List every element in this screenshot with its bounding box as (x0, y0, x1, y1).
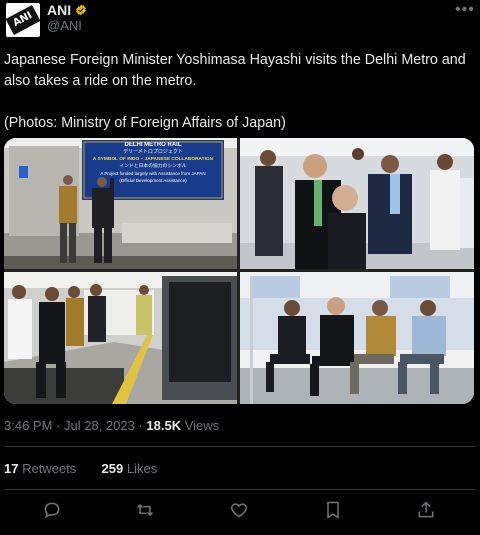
banner-line: インドと日本の協力のシンボル (119, 164, 187, 169)
author-handle[interactable]: @ANI (47, 18, 82, 33)
author-name[interactable]: ANI (47, 2, 71, 18)
likes-stat[interactable]: 259 Likes (102, 461, 158, 476)
views-count: 18.5K (146, 418, 182, 433)
photo-station-banner[interactable]: DELHI METRO RAIL デリーメトロプロジェクト A SYMBOL O… (4, 138, 237, 269)
bookmark-icon[interactable] (323, 500, 343, 520)
avatar-logo-text: ANI (6, 5, 40, 35)
banner-line: デリーメトロプロジェクト (123, 149, 183, 155)
tweet-paragraph: (Photos: Ministry of Foreign Affairs of … (4, 115, 286, 131)
banner-line: A Project funded largely with Assistance… (100, 171, 206, 176)
banner-line: A SYMBOL OF INDO – JAPANESE COLLABORATIO… (92, 157, 214, 162)
photo-4-illustration (240, 272, 474, 404)
photo-3-illustration (4, 272, 237, 404)
tweet-stats: 17 Retweets 259 Likes (4, 461, 157, 476)
divider (4, 489, 476, 490)
photo-minister-crowd[interactable] (240, 138, 474, 269)
tweet-text: Japanese Foreign Minister Yoshimasa Haya… (4, 50, 474, 134)
tweet-header: ANI ANI @ANI ••• (0, 0, 480, 44)
tweet-time[interactable]: 3:46 PM (4, 418, 52, 433)
likes-count: 259 (101, 461, 124, 476)
avatar[interactable]: ANI (6, 3, 40, 37)
tweet-date[interactable]: Jul 28, 2023 (64, 418, 135, 433)
tweet-meta: 3:46 PM · Jul 28, 2023 · 18.5K Views (4, 418, 220, 433)
divider (4, 446, 476, 447)
retweet-icon[interactable] (135, 500, 155, 520)
photo-metro-ride[interactable] (240, 272, 474, 404)
heart-icon[interactable] (229, 500, 249, 520)
reply-icon[interactable] (42, 500, 62, 520)
banner-line: (Official Development Assistance) (119, 178, 187, 183)
share-icon[interactable] (416, 500, 436, 520)
retweets-count: 17 (4, 461, 19, 476)
photo-platform-walk[interactable] (4, 272, 237, 404)
photo-grid: DELHI METRO RAIL デリーメトロプロジェクト A SYMBOL O… (4, 138, 474, 404)
views-label: Views (181, 418, 220, 433)
photo-2-illustration (240, 138, 474, 269)
tweet-paragraph: Japanese Foreign Minister Yoshimasa Haya… (4, 52, 466, 89)
retweets-stat[interactable]: 17 Retweets (4, 461, 76, 476)
verified-badge-icon (76, 4, 86, 16)
action-bar (0, 500, 480, 526)
banner-title: DELHI METRO RAIL (124, 142, 182, 148)
more-options-icon[interactable]: ••• (455, 1, 475, 19)
